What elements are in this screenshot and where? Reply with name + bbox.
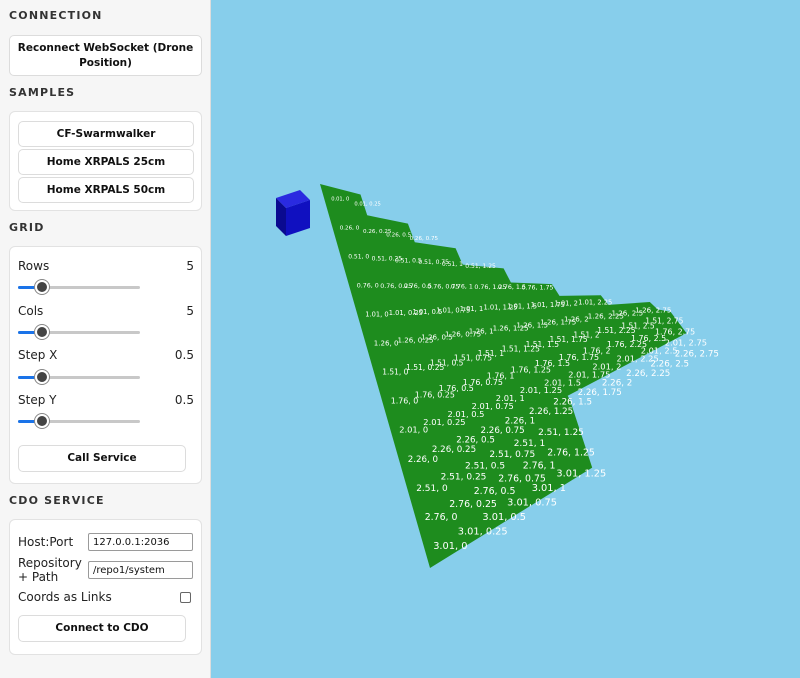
step-y-slider[interactable]	[18, 414, 140, 428]
grid-coordinate-label: 0.76, 1.75	[522, 285, 554, 292]
coords-as-links-label: Coords as Links	[18, 590, 112, 604]
grid-coordinate-label: 1.51, 1	[478, 349, 504, 358]
grid-coordinate-label: 0.51, 0	[348, 253, 369, 260]
rows-slider-thumb[interactable]	[35, 280, 50, 294]
grid-coordinate-label: 2.26, 2.25	[626, 369, 670, 379]
grid-coordinate-label: 1.01, 0	[365, 311, 388, 319]
connection-section-title: CONNECTION	[9, 9, 103, 22]
grid-coordinate-label: 3.01, 1.25	[556, 469, 606, 480]
grid-coordinate-label: 2.51, 1	[514, 439, 546, 449]
grid-coordinate-label: 1.01, 2	[555, 300, 578, 308]
samples-card: CF-Swarmwalker Home XRPALS 25cm Home XRP…	[9, 111, 202, 211]
grid-coordinate-label: 0.51, 1.25	[465, 263, 496, 270]
grid-coordinate-label: 0.76, 1	[451, 284, 473, 291]
grid-coordinate-label: 1.01, 2.25	[578, 298, 612, 306]
grid-coordinate-label: 1.51, 0	[382, 368, 408, 377]
grid-coordinate-label: 2.76, 1.25	[547, 448, 595, 459]
cdo-card: Host:Port Repository + Path Coords as Li…	[9, 519, 202, 655]
grid-coordinate-label: 1.51, 2	[573, 331, 599, 340]
grid-coordinate-label: 2.26, 0.5	[456, 436, 495, 446]
repository-path-input[interactable]	[88, 561, 193, 579]
repository-label-line2: + Path	[18, 570, 59, 584]
samples-section-title: SAMPLES	[9, 86, 76, 99]
grid-coordinate-label: 1.26, 2	[564, 315, 589, 324]
grid-coordinate-label: 0.51, 1	[442, 261, 463, 268]
grid-coordinate-label: 2.26, 1.75	[578, 388, 622, 398]
cols-slider[interactable]	[18, 325, 140, 339]
rows-label: Rows	[18, 259, 50, 273]
step-y-label: Step Y	[18, 393, 57, 407]
grid-coordinate-label: 0.26, 0.5	[386, 233, 411, 239]
scene-canvas[interactable]: 0.01, 00.01, 0.250.26, 00.26, 0.250.26, …	[212, 0, 800, 678]
sample-cf-swarmwalker-button[interactable]: CF-Swarmwalker	[18, 121, 194, 147]
step-y-value: 0.5	[174, 393, 194, 407]
grid-coordinate-label: 2.76, 0.25	[449, 499, 497, 510]
grid-coordinate-label: 2.26, 2.5	[650, 359, 689, 369]
grid-coordinate-label: 2.51, 0.5	[465, 461, 505, 471]
grid-coordinate-label: 2.26, 2	[602, 378, 632, 388]
grid-coordinate-label: 0.26, 0.75	[410, 236, 439, 242]
drone-cube-icon	[276, 190, 310, 236]
step-x-value: 0.5	[174, 348, 194, 362]
grid-coordinate-label: 2.26, 0.75	[481, 426, 525, 436]
reconnect-websocket-button[interactable]: Reconnect WebSocket (Drone Position)	[9, 35, 202, 76]
cols-slider-thumb[interactable]	[35, 325, 50, 339]
grid-card: Rows 5 Cols 5 Step X 0.5 Step Y 0.5 Call…	[9, 246, 202, 484]
step-x-slider[interactable]	[18, 370, 140, 384]
grid-coordinate-label: 3.01, 0.25	[458, 526, 508, 537]
sidebar: CONNECTION Reconnect WebSocket (Drone Po…	[0, 0, 211, 678]
cols-label: Cols	[18, 304, 44, 318]
grid-coordinate-label: 1.26, 2.75	[635, 306, 671, 315]
grid-coordinate-label: 2.76, 0	[425, 512, 458, 523]
step-x-label: Step X	[18, 348, 58, 362]
grid-coordinate-label: 1.76, 2.75	[655, 328, 695, 337]
grid-coordinate-label: 1.26, 0	[374, 339, 399, 348]
connect-to-cdo-button[interactable]: Connect to CDO	[18, 615, 186, 642]
sample-home-xrpals-50cm-button[interactable]: Home XRPALS 50cm	[18, 177, 194, 203]
grid-coordinate-label: 3.01, 0.75	[507, 498, 557, 509]
grid-coordinate-label: 3.01, 0.5	[482, 512, 526, 523]
rows-slider[interactable]	[18, 280, 140, 294]
grid-coordinate-label: 2.01, 2.75	[665, 338, 707, 348]
grid-coordinate-label: 0.01, 0.25	[354, 202, 380, 208]
grid-section-title: GRID	[9, 221, 45, 234]
step-x-slider-thumb[interactable]	[35, 370, 50, 384]
coords-as-links-checkbox[interactable]	[180, 592, 191, 603]
grid-coordinate-label: 2.26, 0.25	[432, 445, 476, 455]
grid-coordinate-label: 2.26, 2.75	[675, 350, 719, 360]
host-port-label: Host:Port	[18, 535, 74, 549]
grid-coordinate-label: 1.26, 1	[469, 327, 494, 336]
grid-coordinate-label: 2.51, 0.75	[489, 450, 535, 460]
grid-coordinate-label: 0.76, 0	[357, 283, 379, 290]
grid-coordinate-label: 1.01, 1	[460, 305, 483, 313]
grid-coordinate-label: 1.51, 2.75	[645, 317, 683, 326]
repository-label: Repository + Path	[18, 556, 82, 584]
repository-label-line1: Repository	[18, 556, 82, 570]
grid-coordinate-label: 0.26, 0	[340, 225, 360, 231]
cols-value: 5	[186, 304, 194, 318]
grid-coordinate-label: 2.51, 1.25	[538, 428, 584, 438]
grid-coordinate-label: 2.76, 0.5	[474, 486, 516, 497]
step-y-slider-thumb[interactable]	[35, 414, 50, 428]
grid-coordinate-label: 2.26, 1.5	[553, 398, 592, 408]
grid-coordinate-label: 2.26, 0	[408, 455, 438, 465]
rows-value: 5	[186, 259, 194, 273]
grid-coordinate-label: 2.51, 0	[416, 484, 448, 494]
scene-viewport[interactable]: 0.01, 0 0.01, 0.25 0.26, 0 0.26, 0.25 0.26, …	[212, 0, 800, 678]
host-port-input[interactable]	[88, 533, 193, 551]
grid-coordinate-label: 0.01, 0	[331, 196, 349, 202]
grid-coordinate-label: 3.01, 1	[532, 483, 566, 494]
grid-coordinate-label: 2.51, 0.25	[441, 473, 487, 483]
grid-coordinate-label: 2.26, 1.25	[529, 407, 573, 417]
grid-coordinate-label: 2.76, 1	[523, 461, 556, 472]
cdo-section-title: CDO SERVICE	[9, 494, 105, 507]
grid-coordinate-label: 2.26, 1	[505, 417, 535, 427]
sample-home-xrpals-25cm-button[interactable]: Home XRPALS 25cm	[18, 149, 194, 175]
call-service-button[interactable]: Call Service	[18, 445, 186, 472]
grid-coordinate-label: 3.01, 0	[433, 541, 467, 552]
